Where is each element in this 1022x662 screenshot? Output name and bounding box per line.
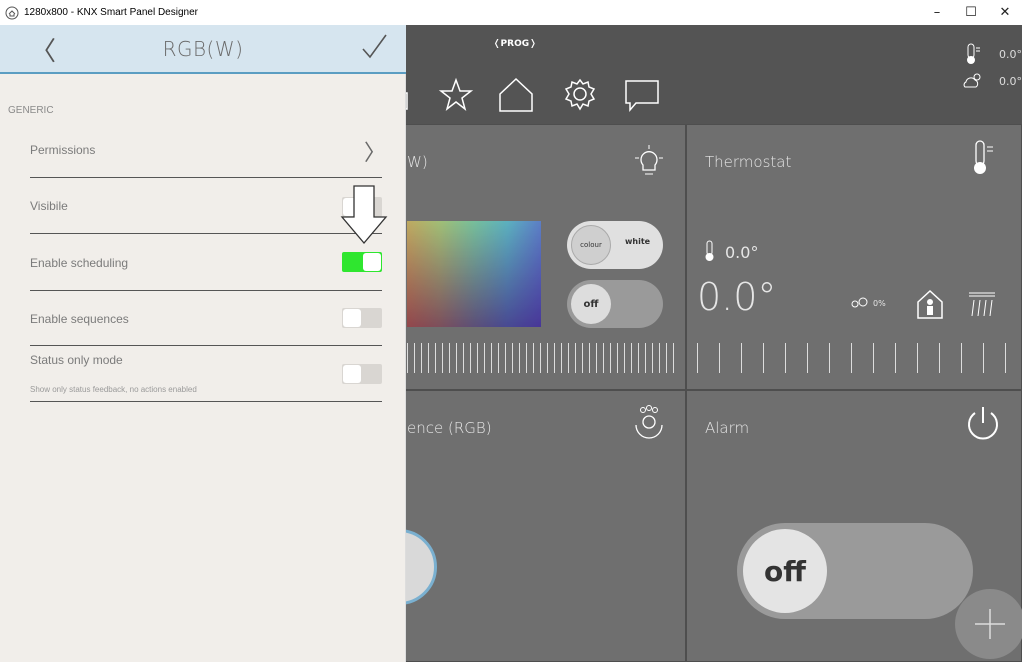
- status-only-row: Status only mode Show only status feedba…: [30, 353, 382, 402]
- heating-icon[interactable]: [967, 290, 997, 318]
- enable-scheduling-row: Enable scheduling: [30, 252, 382, 291]
- enable-sequences-row: Enable sequences: [30, 308, 382, 346]
- thermostat-tile-label: Thermostat: [705, 153, 792, 171]
- permissions-label: Permissions: [30, 143, 96, 157]
- plus-icon: [975, 609, 1005, 639]
- home-icon[interactable]: [496, 75, 536, 115]
- alarm-off-label: off: [743, 529, 827, 613]
- prog-button[interactable]: ❬PROG❭: [493, 39, 537, 49]
- rgb-tile-label: W): [407, 153, 428, 171]
- arrow-down-icon: [340, 185, 388, 245]
- panel-title: RGB(W): [162, 37, 244, 61]
- favorites-star-icon[interactable]: [436, 75, 476, 115]
- window-titlebar: 1280x800 - KNX Smart Panel Designer – ☐ …: [0, 0, 1022, 25]
- thermostat-icon: [974, 140, 993, 174]
- permissions-row[interactable]: Permissions 〉: [30, 141, 386, 178]
- minimize-button[interactable]: –: [920, 0, 954, 25]
- enable-scheduling-label: Enable scheduling: [30, 256, 129, 270]
- enable-sequences-label: Enable sequences: [30, 312, 129, 326]
- alarm-tile[interactable]: Alarm off: [686, 390, 1022, 662]
- status-only-label: Status only mode: [30, 353, 123, 367]
- colour-button[interactable]: colour: [571, 225, 611, 265]
- close-button[interactable]: ✕: [988, 0, 1022, 25]
- panel-header: 〈 RGB(W): [0, 25, 406, 74]
- add-button[interactable]: [955, 589, 1022, 659]
- maximize-button[interactable]: ☐: [954, 0, 988, 25]
- weather-cloud-sun-icon: [963, 73, 981, 88]
- visible-row: Visibile: [30, 197, 382, 234]
- enable-scheduling-toggle[interactable]: [342, 252, 382, 272]
- colour-white-switch[interactable]: colour white: [567, 221, 663, 269]
- presence-home-icon[interactable]: [915, 288, 945, 320]
- small-thermometer-icon: [705, 240, 714, 261]
- settings-gear-icon[interactable]: [560, 75, 600, 115]
- indoor-temp: 0.0°: [999, 48, 1022, 61]
- humidity-value: 0%: [873, 299, 886, 308]
- status-only-sublabel: Show only status feedback, no actions en…: [30, 385, 197, 394]
- power-icon[interactable]: [963, 403, 1003, 443]
- humidity-drops-icon: [851, 297, 868, 308]
- white-button[interactable]: white: [625, 237, 650, 246]
- messages-icon[interactable]: [622, 75, 662, 115]
- color-palette[interactable]: [407, 221, 541, 327]
- outdoor-temp: 0.0°: [999, 75, 1022, 88]
- section-generic: GENERIC: [8, 105, 54, 116]
- rgb-off-label: off: [571, 284, 611, 324]
- status-only-toggle[interactable]: [342, 364, 382, 384]
- light-bulb-icon: [635, 145, 663, 175]
- brightness-slider[interactable]: [407, 343, 677, 373]
- thermometer-icon: [967, 43, 980, 64]
- sequence-icon: [635, 405, 663, 439]
- settings-panel: 〈 RGB(W) GENERIC Permissions 〉 Visibile …: [0, 25, 406, 662]
- visible-label: Visibile: [30, 199, 68, 213]
- window-title: 1280x800 - KNX Smart Panel Designer: [24, 7, 198, 18]
- rgb-power-switch[interactable]: off: [567, 280, 663, 328]
- thermostat-current-temp: 0.0°: [725, 243, 759, 262]
- enable-sequences-toggle[interactable]: [342, 308, 382, 328]
- thermostat-tile[interactable]: Thermostat 0.0° 0.0° 0%: [686, 124, 1022, 390]
- thermostat-setpoint: 0.0°: [697, 275, 777, 319]
- weather-widget: 0.0° 0.0°: [962, 43, 1022, 103]
- confirm-check-icon[interactable]: [360, 33, 388, 61]
- app-icon: [5, 6, 19, 19]
- alarm-tile-label: Alarm: [705, 419, 750, 437]
- thermostat-scale[interactable]: [697, 343, 1017, 373]
- alarm-switch[interactable]: off: [737, 523, 973, 619]
- sequence-tile-label: ence (RGB): [407, 419, 492, 437]
- chevron-right-icon: 〉: [363, 141, 386, 166]
